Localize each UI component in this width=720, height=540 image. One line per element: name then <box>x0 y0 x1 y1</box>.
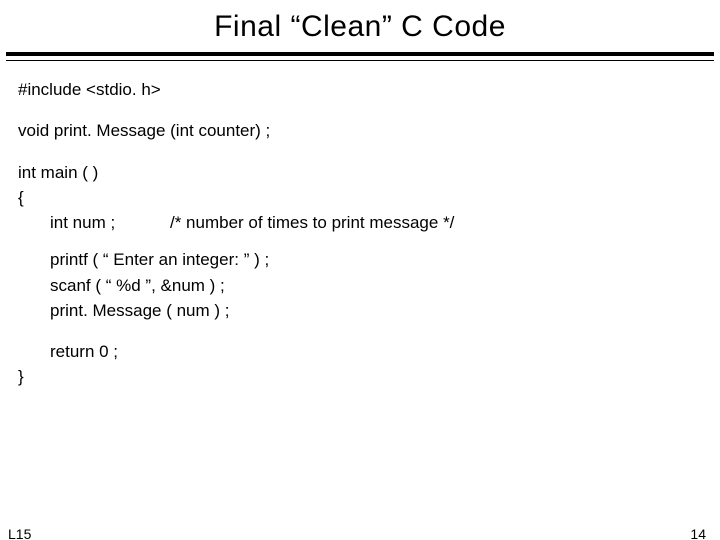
code-line-return: return 0 ; <box>18 341 708 362</box>
code-line-varcomment: /* number of times to print message */ <box>170 212 454 233</box>
code-line-include: #include <stdio. h> <box>18 79 708 100</box>
code-line-printf: printf ( “ Enter an integer: ” ) ; <box>18 249 708 270</box>
code-line-main: int main ( ) <box>18 162 708 183</box>
code-line-vardecl: int num ; <box>50 212 170 233</box>
code-line-vardecl-row: int num ; /* number of times to print me… <box>18 212 708 233</box>
footer-left: L15 <box>8 526 31 540</box>
code-line-brace-open: { <box>18 187 708 208</box>
code-line-prototype: void print. Message (int counter) ; <box>18 120 708 141</box>
code-line-call: print. Message ( num ) ; <box>18 300 708 321</box>
code-line-scanf: scanf ( “ %d ”, &num ) ; <box>18 275 708 296</box>
slide-title: Final “Clean” C Code <box>0 10 720 44</box>
divider-thick <box>6 52 714 56</box>
footer-right: 14 <box>690 526 706 540</box>
slide: Final “Clean” C Code #include <stdio. h>… <box>0 10 720 540</box>
code-body: #include <stdio. h> void print. Message … <box>0 61 720 388</box>
code-line-brace-close: } <box>18 366 708 387</box>
